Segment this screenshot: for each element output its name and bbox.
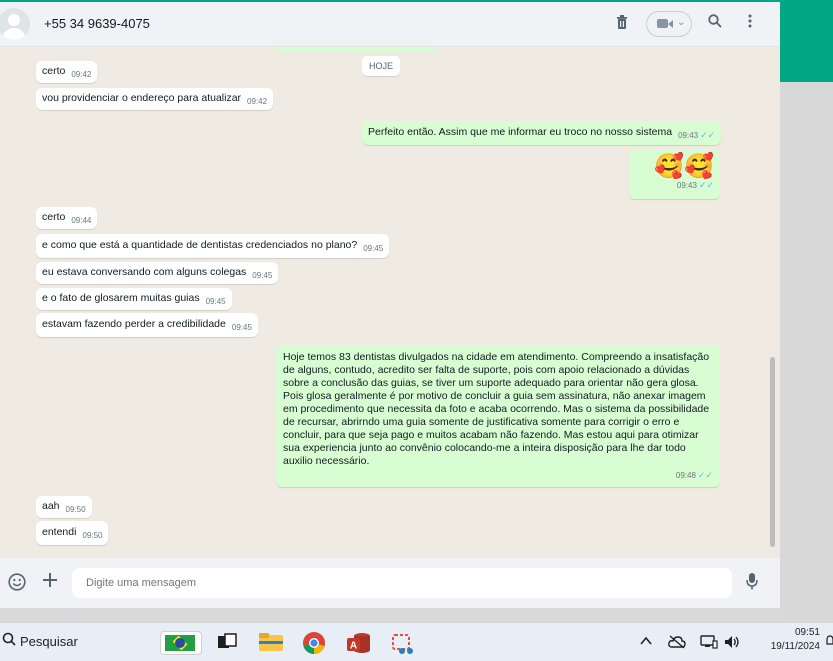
chat-header: +55 34 9639-4075 ⌄: [0, 2, 780, 47]
svg-text:A: A: [350, 641, 357, 652]
message-bubble-incoming[interactable]: entendi 09:50: [36, 521, 109, 545]
video-camera-icon: [657, 19, 668, 28]
cloud-off-icon[interactable]: [668, 635, 686, 652]
double-check-icon: ✓✓: [698, 180, 714, 190]
message-bubble-incoming[interactable]: e como que está a quantidade de dentista…: [36, 234, 390, 258]
notification-bell-icon[interactable]: [826, 635, 833, 650]
search-icon[interactable]: [2, 632, 16, 650]
snipping-tool-icon[interactable]: [390, 631, 414, 660]
video-call-button[interactable]: ⌄: [646, 11, 692, 37]
volume-icon[interactable]: [724, 635, 740, 652]
message-input[interactable]: [72, 568, 732, 598]
chevron-up-icon[interactable]: [640, 635, 652, 649]
message-bubble-outgoing[interactable]: Perfeito então. Assim que me informar eu…: [362, 121, 722, 145]
message-bubble-outgoing[interactable]: Hoje temos 83 dentistas divulgados na ci…: [276, 346, 720, 487]
taskbar-search[interactable]: Pesquisar: [20, 634, 78, 649]
microphone-icon[interactable]: [746, 572, 758, 595]
message-bubble-incoming[interactable]: estavam fazendo perder a credibilidade 09…: [36, 313, 258, 337]
emoji-smiling-hearts: 🥰🥰: [654, 153, 714, 180]
message-list[interactable]: HOJE certo 09:42 vou providenciar o ender…: [0, 47, 780, 558]
attach-plus-icon[interactable]: [42, 572, 58, 593]
access-app-icon[interactable]: A: [346, 631, 372, 660]
brazil-flag-icon[interactable]: [160, 631, 202, 655]
message-bubble-outgoing[interactable]: 🥰🥰 09:43 ✓✓: [629, 149, 720, 199]
chevron-down-icon: ⌄: [677, 17, 686, 28]
emoji-icon[interactable]: [8, 573, 26, 596]
network-icon[interactable]: [700, 635, 718, 652]
task-view-icon[interactable]: [216, 631, 238, 658]
window-background-accent: [780, 0, 833, 82]
menu-kebab-icon[interactable]: [748, 14, 752, 33]
message-bubble-incoming[interactable]: certo 09:44: [36, 207, 98, 229]
system-clock[interactable]: 09:51 19/11/2024: [756, 626, 820, 654]
day-separator: HOJE: [362, 56, 400, 76]
message-bubble-incoming[interactable]: e o fato de glosarem muitas guias 09:45: [36, 288, 232, 310]
window-background: [780, 82, 833, 622]
message-bubble-incoming[interactable]: certo 09:42: [36, 61, 98, 83]
double-check-icon: ✓✓: [697, 470, 713, 480]
chat-scrollbar[interactable]: [770, 357, 775, 547]
contact-avatar[interactable]: [0, 8, 30, 40]
message-bubble-incoming[interactable]: eu estava conversando com alguns colegas…: [36, 262, 279, 284]
message-bubble-incoming[interactable]: vou providenciar o endereço para atualiz…: [36, 88, 274, 110]
clock-date: 19/11/2024: [770, 641, 820, 652]
windows-taskbar: Pesquisar A 09:51 19/11/2024: [0, 622, 833, 661]
message-bubble-incoming[interactable]: aah 09:50: [36, 496, 92, 518]
chrome-icon[interactable]: [302, 631, 326, 660]
previous-message-edge: [274, 47, 436, 51]
trash-icon[interactable]: [616, 14, 628, 35]
file-explorer-icon[interactable]: [258, 631, 284, 658]
clock-time: 09:51: [794, 627, 820, 638]
contact-name[interactable]: +55 34 9639-4075: [44, 16, 150, 31]
message-composer: [0, 558, 780, 608]
double-check-icon: ✓✓: [700, 130, 716, 140]
whatsapp-window: +55 34 9639-4075 ⌄ HOJE certo 09:42 vou p…: [0, 0, 780, 608]
search-icon[interactable]: [708, 14, 722, 33]
